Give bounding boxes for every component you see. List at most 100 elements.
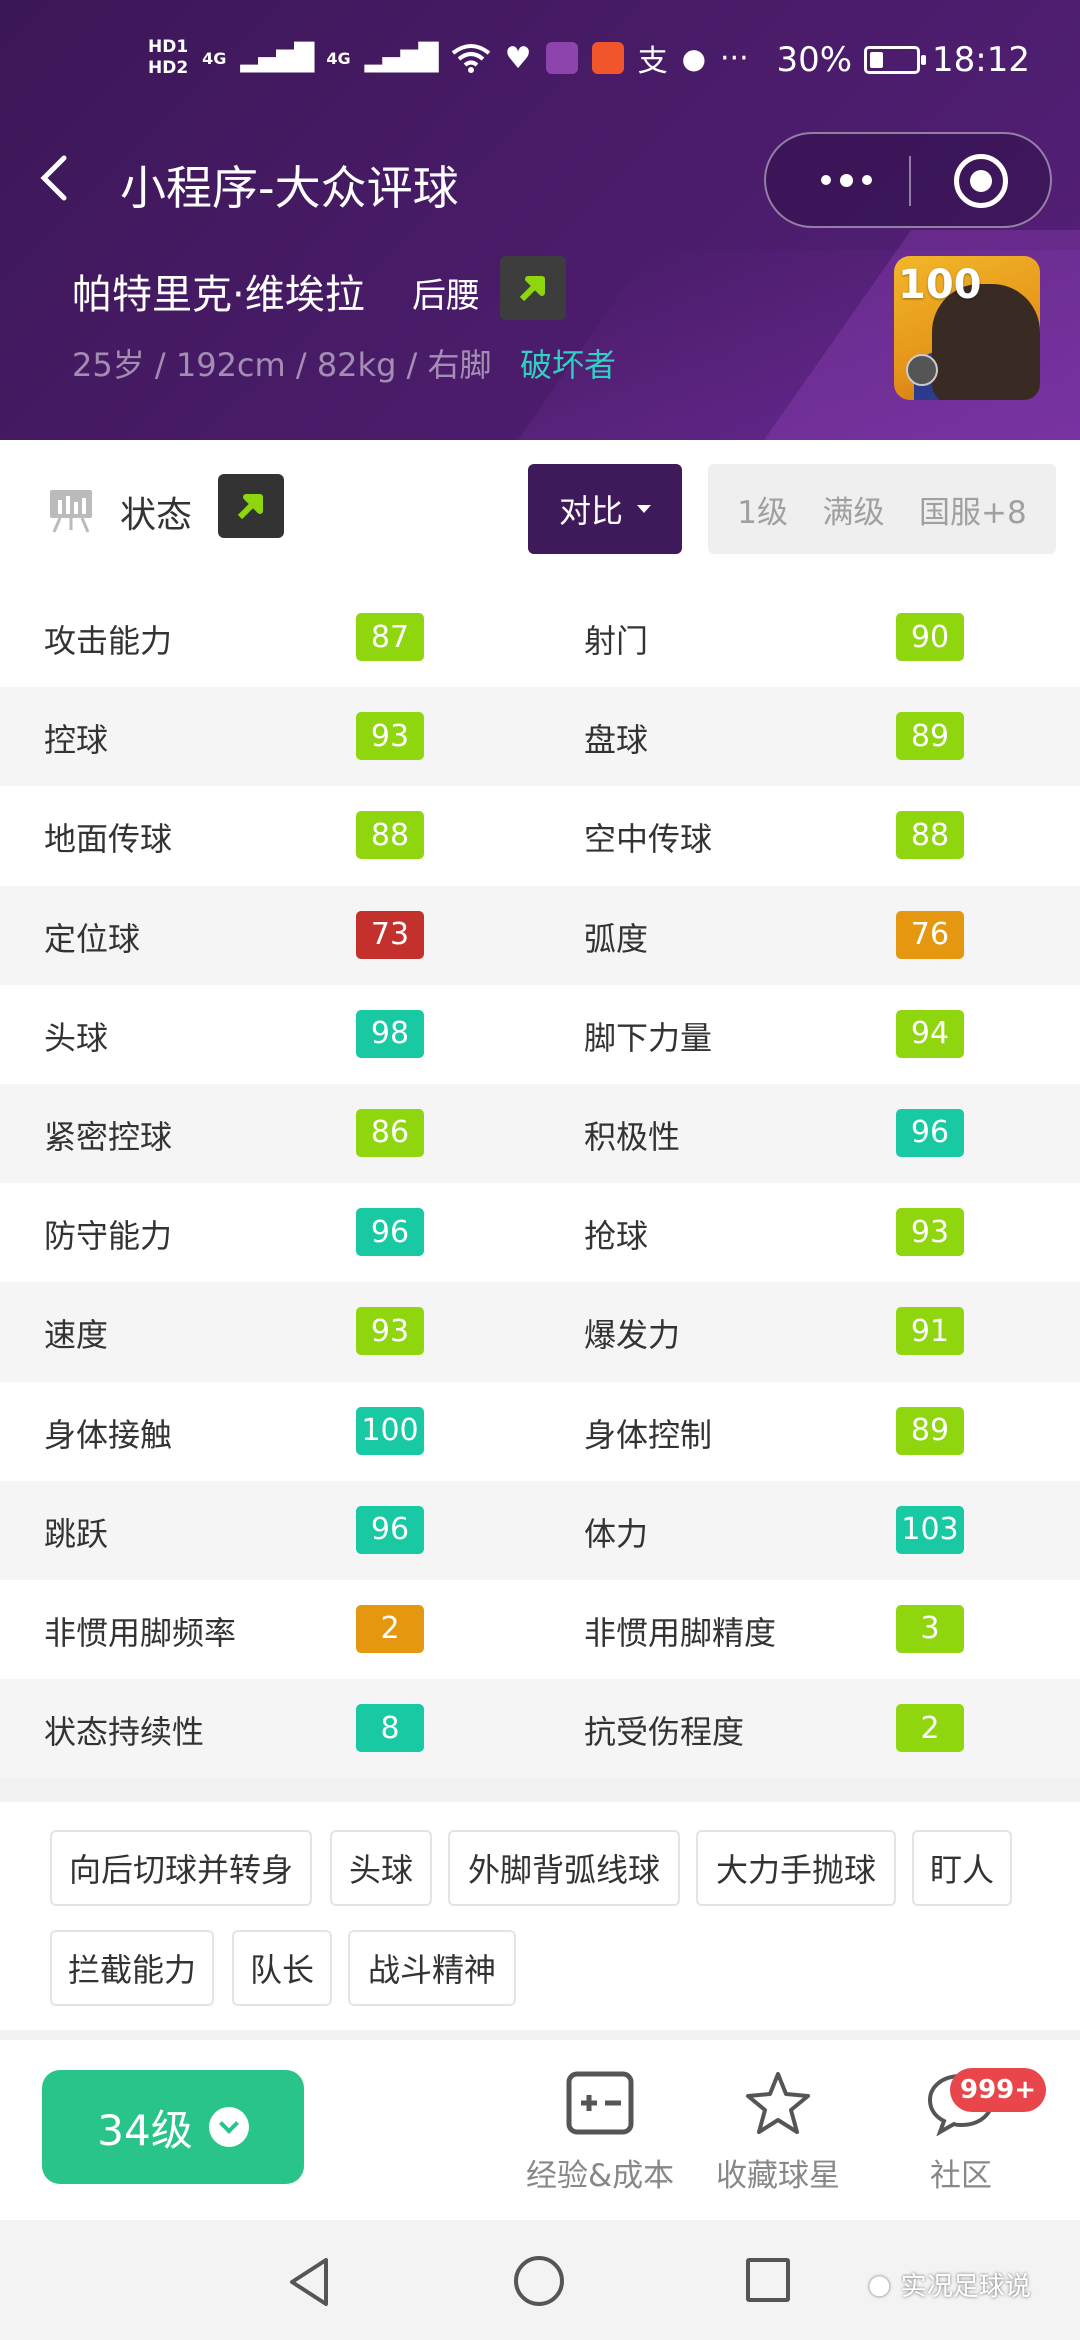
- stat-name: 非惯用脚精度: [584, 1613, 777, 1652]
- heartbeat-app-icon: ♥: [504, 40, 532, 76]
- chevron-down-icon: [208, 2107, 249, 2147]
- stat-name: 控球: [44, 721, 109, 760]
- close-miniprogram-button[interactable]: [954, 154, 1008, 208]
- skills-panel: 向后切球并转身 头球 外脚背弧线球 大力手抛球 盯人拦截能力 队长 战斗精神: [0, 1802, 1080, 2030]
- stat-row: 状态持续性 8 抗受伤程度 2: [0, 1679, 1080, 1779]
- nav-home-icon[interactable]: [514, 2256, 564, 2306]
- wechat-icon: ●: [681, 41, 707, 75]
- club-badge-icon: [906, 354, 938, 386]
- signal-icon: ▂▄▆█: [364, 43, 439, 73]
- exp-cost-button[interactable]: 经验&成本: [526, 2070, 674, 2195]
- skill-tag[interactable]: 向后切球并转身: [50, 1830, 312, 1906]
- stat-value: 93: [356, 1307, 424, 1356]
- hd-indicator: HD1 HD2: [148, 37, 189, 78]
- stat-row: 身体接触 100 身体控制 89: [0, 1381, 1080, 1481]
- stat-name: 状态持续性: [44, 1713, 205, 1752]
- stat-row: 速度 93 爆发力 91: [0, 1282, 1080, 1382]
- stat-row: 攻击能力 87 射门 90: [0, 588, 1080, 688]
- nav-bar: 小程序-大众评球: [0, 130, 1080, 230]
- skill-tag[interactable]: 拦截能力: [50, 1930, 214, 2006]
- plus-minus-icon: [566, 2071, 634, 2135]
- stat-name: 攻击能力: [44, 622, 173, 660]
- capsule-divider: [909, 156, 911, 206]
- stat-value: 98: [356, 1009, 424, 1058]
- skill-tag[interactable]: 头球: [330, 1830, 432, 1906]
- stat-value: 89: [896, 1406, 964, 1455]
- network-type-2: 4G: [326, 48, 351, 68]
- notification-badge: 999+: [950, 2068, 1047, 2112]
- skill-tag[interactable]: 大力手抛球: [696, 1830, 896, 1906]
- stat-value: 90: [896, 613, 964, 661]
- stat-value: 2: [356, 1604, 424, 1653]
- stat-name: 地面传球: [44, 820, 173, 859]
- stat-row: 非惯用脚频率 2 非惯用脚精度 3: [0, 1579, 1080, 1680]
- favorite-button[interactable]: 收藏球星: [716, 2070, 840, 2195]
- stat-name: 空中传球: [584, 820, 713, 859]
- stat-name: 速度: [44, 1316, 109, 1355]
- chevron-left-icon: [40, 155, 67, 201]
- level-option-1[interactable]: 1级: [737, 487, 788, 532]
- miniprogram-capsule: [764, 132, 1052, 228]
- system-nav-bar: ● 实况足球说: [0, 2220, 1080, 2340]
- signal-icon: ▂▄▆█: [240, 43, 314, 73]
- stat-name: 非惯用脚频率: [44, 1613, 237, 1652]
- stat-value: 86: [356, 1108, 424, 1157]
- stat-name: 身体接触: [44, 1415, 173, 1454]
- stat-name: 爆发力: [584, 1316, 681, 1355]
- status-bar: HD1 HD2 4G ▂▄▆█ 4G ▂▄▆█ ♥ 支 ● ··· 30% 18…: [0, 0, 1080, 130]
- stat-value: 93: [896, 1208, 964, 1257]
- wifi-icon: [451, 44, 490, 73]
- status-trend-button[interactable]: [218, 474, 284, 538]
- trend-arrow-icon: [237, 494, 263, 520]
- stat-value: 8: [356, 1704, 424, 1753]
- stat-name: 抗受伤程度: [584, 1713, 745, 1752]
- player-info: 25岁 / 192cm / 82kg / 右脚: [72, 346, 492, 384]
- stat-row: 定位球 73 弧度 76: [0, 885, 1080, 985]
- stat-value: 73: [356, 910, 424, 959]
- stat-value: 87: [356, 613, 424, 661]
- level-option-server[interactable]: 国服+8: [919, 487, 1027, 532]
- stat-value: 96: [356, 1505, 424, 1554]
- community-label: 社区: [930, 2158, 992, 2194]
- compare-label: 对比: [558, 492, 623, 530]
- stat-value: 93: [356, 712, 424, 761]
- player-app-icon: [591, 42, 624, 74]
- video-app-icon: [545, 42, 578, 74]
- caret-down-icon: [637, 505, 651, 513]
- stat-value: 96: [356, 1208, 424, 1257]
- stat-value: 94: [896, 1009, 964, 1058]
- stat-name: 紧密控球: [44, 1117, 173, 1156]
- wechat-logo-icon: ●: [868, 2269, 891, 2300]
- header: HD1 HD2 4G ▂▄▆█ 4G ▂▄▆█ ♥ 支 ● ··· 30% 18…: [0, 0, 1080, 440]
- skill-tag[interactable]: 队长: [232, 1930, 332, 2006]
- more-button[interactable]: [796, 148, 896, 212]
- stat-name: 积极性: [584, 1117, 681, 1156]
- stat-name: 防守能力: [44, 1217, 173, 1256]
- player-rating: 100: [898, 262, 982, 308]
- status-right: 30% 18:12: [776, 40, 1030, 80]
- stat-name: 头球: [44, 1018, 109, 1057]
- level-select-button[interactable]: 34级: [42, 2070, 304, 2184]
- player-name: 帕特里克·维埃拉: [72, 272, 365, 318]
- skill-tag[interactable]: 战斗精神: [348, 1930, 516, 2006]
- stat-value: 103: [896, 1505, 964, 1554]
- compare-dropdown[interactable]: 对比: [528, 464, 682, 554]
- stat-name: 盘球: [584, 721, 649, 760]
- easel-chart-icon: [50, 490, 92, 533]
- stat-row: 防守能力 96 抢球 93: [0, 1183, 1080, 1283]
- skill-tag[interactable]: 外脚背弧线球: [448, 1830, 680, 1906]
- nav-back-icon[interactable]: [286, 2256, 332, 2308]
- back-button[interactable]: [36, 148, 70, 218]
- exp-cost-label: 经验&成本: [526, 2158, 675, 2194]
- player-card[interactable]: 100: [894, 256, 1040, 400]
- stat-row: 跳跃 96 体力 103: [0, 1480, 1080, 1580]
- stat-value: 3: [896, 1604, 964, 1653]
- stat-value: 100: [356, 1406, 424, 1455]
- stat-name: 定位球: [44, 919, 141, 958]
- nav-recent-icon[interactable]: [746, 2258, 790, 2302]
- skill-tag[interactable]: 盯人: [912, 1830, 1012, 1906]
- stat-row: 头球 98 脚下力量 94: [0, 984, 1080, 1084]
- trend-arrow-icon: [500, 256, 566, 320]
- level-option-max[interactable]: 满级: [823, 487, 885, 532]
- stat-row: 地面传球 88 空中传球 88: [0, 786, 1080, 886]
